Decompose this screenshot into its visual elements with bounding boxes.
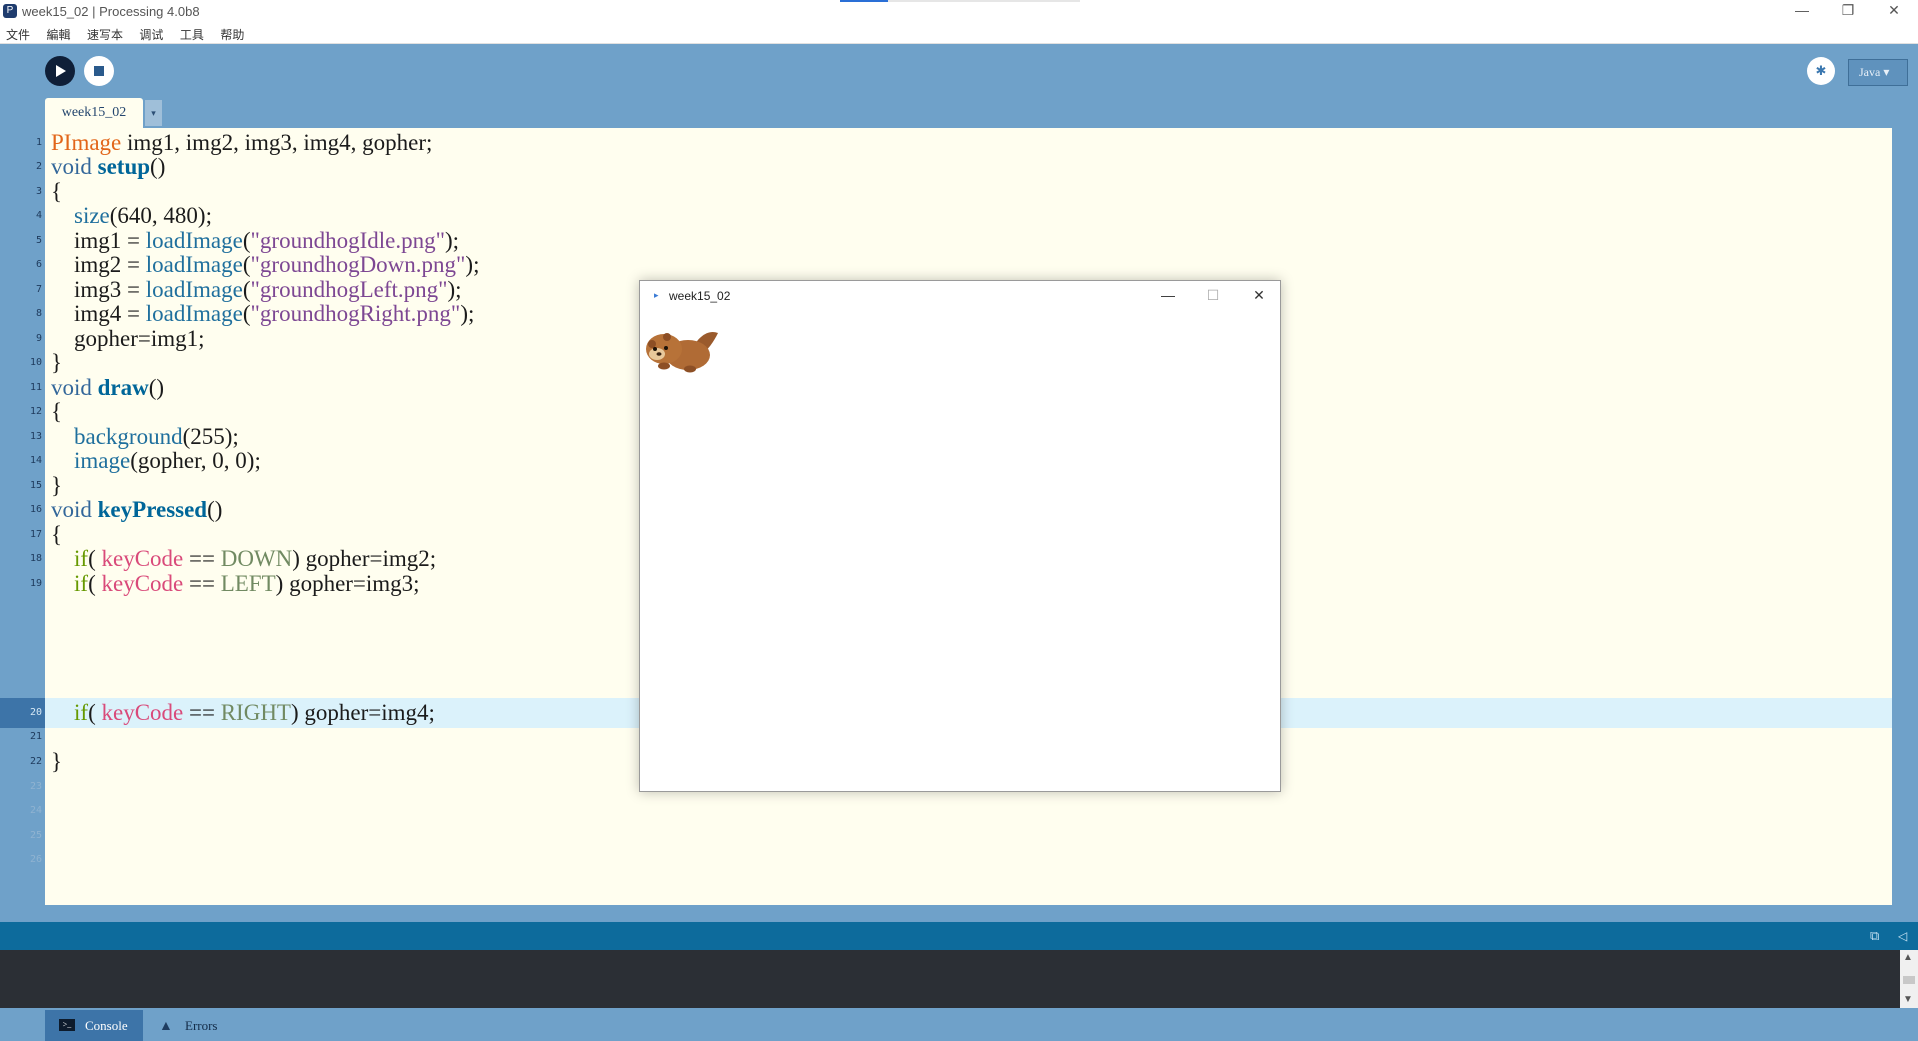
line-number: 9 <box>35 333 42 344</box>
minimize-button[interactable]: — <box>1780 0 1824 22</box>
sketch-canvas[interactable] <box>640 311 1280 791</box>
groundhog-sprite <box>646 331 718 373</box>
line-number: 14 <box>29 455 42 466</box>
menu-sketch[interactable]: 速写本 <box>81 22 129 44</box>
scroll-thumb[interactable] <box>1903 976 1915 984</box>
line-number: 17 <box>29 529 42 540</box>
collapse-console-icon[interactable]: ◁ <box>1898 929 1910 943</box>
tab-console[interactable]: >_ Console <box>45 1010 143 1041</box>
line-number-gutter: 1 2 3 4 5 6 7 8 9 10 11 12 13 14 15 16 1… <box>0 128 45 905</box>
mode-selector[interactable]: Java ▾ <box>1848 59 1908 86</box>
tab-errors-label: Errors <box>185 1018 218 1033</box>
code-line-9: gopher=img1; <box>51 326 205 351</box>
status-strip <box>0 905 1918 922</box>
editor-right-margin <box>1892 128 1918 905</box>
scroll-up-icon[interactable]: ▲ <box>1903 952 1913 963</box>
line-number: 3 <box>35 186 42 197</box>
tab-week15-02[interactable]: week15_02 <box>45 98 143 128</box>
line-number: 6 <box>35 259 42 270</box>
close-button[interactable]: ✕ <box>1872 0 1916 22</box>
sketch-minimize-button[interactable]: — <box>1145 281 1191 311</box>
line-number: 21 <box>29 731 42 742</box>
sketch-close-button[interactable]: ✕ <box>1236 281 1282 311</box>
sketch-title: week15_02 <box>669 289 731 303</box>
line-number: 4 <box>35 210 42 221</box>
scroll-down-icon[interactable]: ▼ <box>1903 994 1913 1005</box>
code-line-22: } <box>51 749 63 774</box>
line-number: 10 <box>29 357 42 368</box>
tab-errors[interactable]: ▲ Errors <box>155 1010 255 1041</box>
code-line-19: if( keyCode == LEFT) gopher=img3; <box>74 571 420 596</box>
line-number: 2 <box>35 161 42 172</box>
line-number: 5 <box>35 235 42 246</box>
sketch-maximize-button: ☐ <box>1206 287 1220 303</box>
warning-icon: ▲ <box>159 1019 173 1034</box>
title-bar: P week15_02 | Processing 4.0b8 — ❐ ✕ <box>0 0 1918 22</box>
bug-icon: ✱ <box>1815 63 1827 78</box>
console-scrollbar[interactable]: ▲ ▼ <box>1900 950 1918 1008</box>
line-number: 22 <box>29 756 42 767</box>
title-progress-indicator <box>840 0 1080 2</box>
menu-file[interactable]: 文件 <box>0 22 36 44</box>
stop-icon <box>94 66 104 76</box>
console-output[interactable] <box>0 950 1900 1008</box>
toolbar: ✱ Java ▾ week15_02 ▾ <box>0 44 1918 128</box>
stop-button[interactable] <box>84 56 114 86</box>
copy-icon[interactable]: ⧉ <box>1870 928 1884 943</box>
line-number: 25 <box>29 830 42 841</box>
code-line-2: void setup() <box>51 154 166 179</box>
sketch-window[interactable]: ▸ week15_02 — ☐ ✕ <box>639 280 1281 792</box>
processing-app-icon: P <box>3 4 17 18</box>
code-line-16: void keyPressed() <box>51 497 223 522</box>
sketch-title-bar: ▸ week15_02 — ☐ ✕ <box>640 281 1280 311</box>
line-number: 23 <box>29 781 42 792</box>
line-number: 1 <box>35 137 42 148</box>
message-bar: ⧉ ◁ <box>0 922 1918 950</box>
line-number: 16 <box>29 504 42 515</box>
line-number: 8 <box>35 308 42 319</box>
code-line-11: void draw() <box>51 375 165 400</box>
menu-help[interactable]: 帮助 <box>214 22 250 44</box>
line-number: 15 <box>29 480 42 491</box>
window-title: week15_02 | Processing 4.0b8 <box>22 4 200 19</box>
line-number: 11 <box>29 382 42 393</box>
line-number: 18 <box>29 553 42 564</box>
tab-menu-button[interactable]: ▾ <box>145 100 162 126</box>
run-button[interactable] <box>45 56 75 86</box>
code-line-14: image(gopher, 0, 0); <box>74 448 261 473</box>
line-number: 13 <box>29 431 42 442</box>
menu-edit[interactable]: 編輯 <box>40 22 76 44</box>
line-number: 12 <box>29 406 42 417</box>
sketch-app-icon: ▸ <box>654 290 659 300</box>
restore-button[interactable]: ❐ <box>1826 0 1870 22</box>
menu-bar: 文件 編輯 速写本 调试 工具 帮助 <box>0 22 1918 44</box>
menu-debug[interactable]: 调试 <box>133 22 169 44</box>
line-number-current: 20 <box>29 707 42 718</box>
footer-tabs: >_ Console ▲ Errors <box>0 1008 1918 1041</box>
line-number: 24 <box>29 805 42 816</box>
line-number: 26 <box>29 854 42 865</box>
menu-tools[interactable]: 工具 <box>174 22 210 44</box>
line-number: 19 <box>29 578 42 589</box>
debug-button[interactable]: ✱ <box>1807 57 1835 85</box>
code-line-20: if( keyCode == RIGHT) gopher=img4; <box>74 700 435 725</box>
terminal-icon: >_ <box>59 1019 75 1031</box>
tab-console-label: Console <box>85 1018 128 1033</box>
line-number: 7 <box>35 284 42 295</box>
play-icon <box>56 65 66 77</box>
